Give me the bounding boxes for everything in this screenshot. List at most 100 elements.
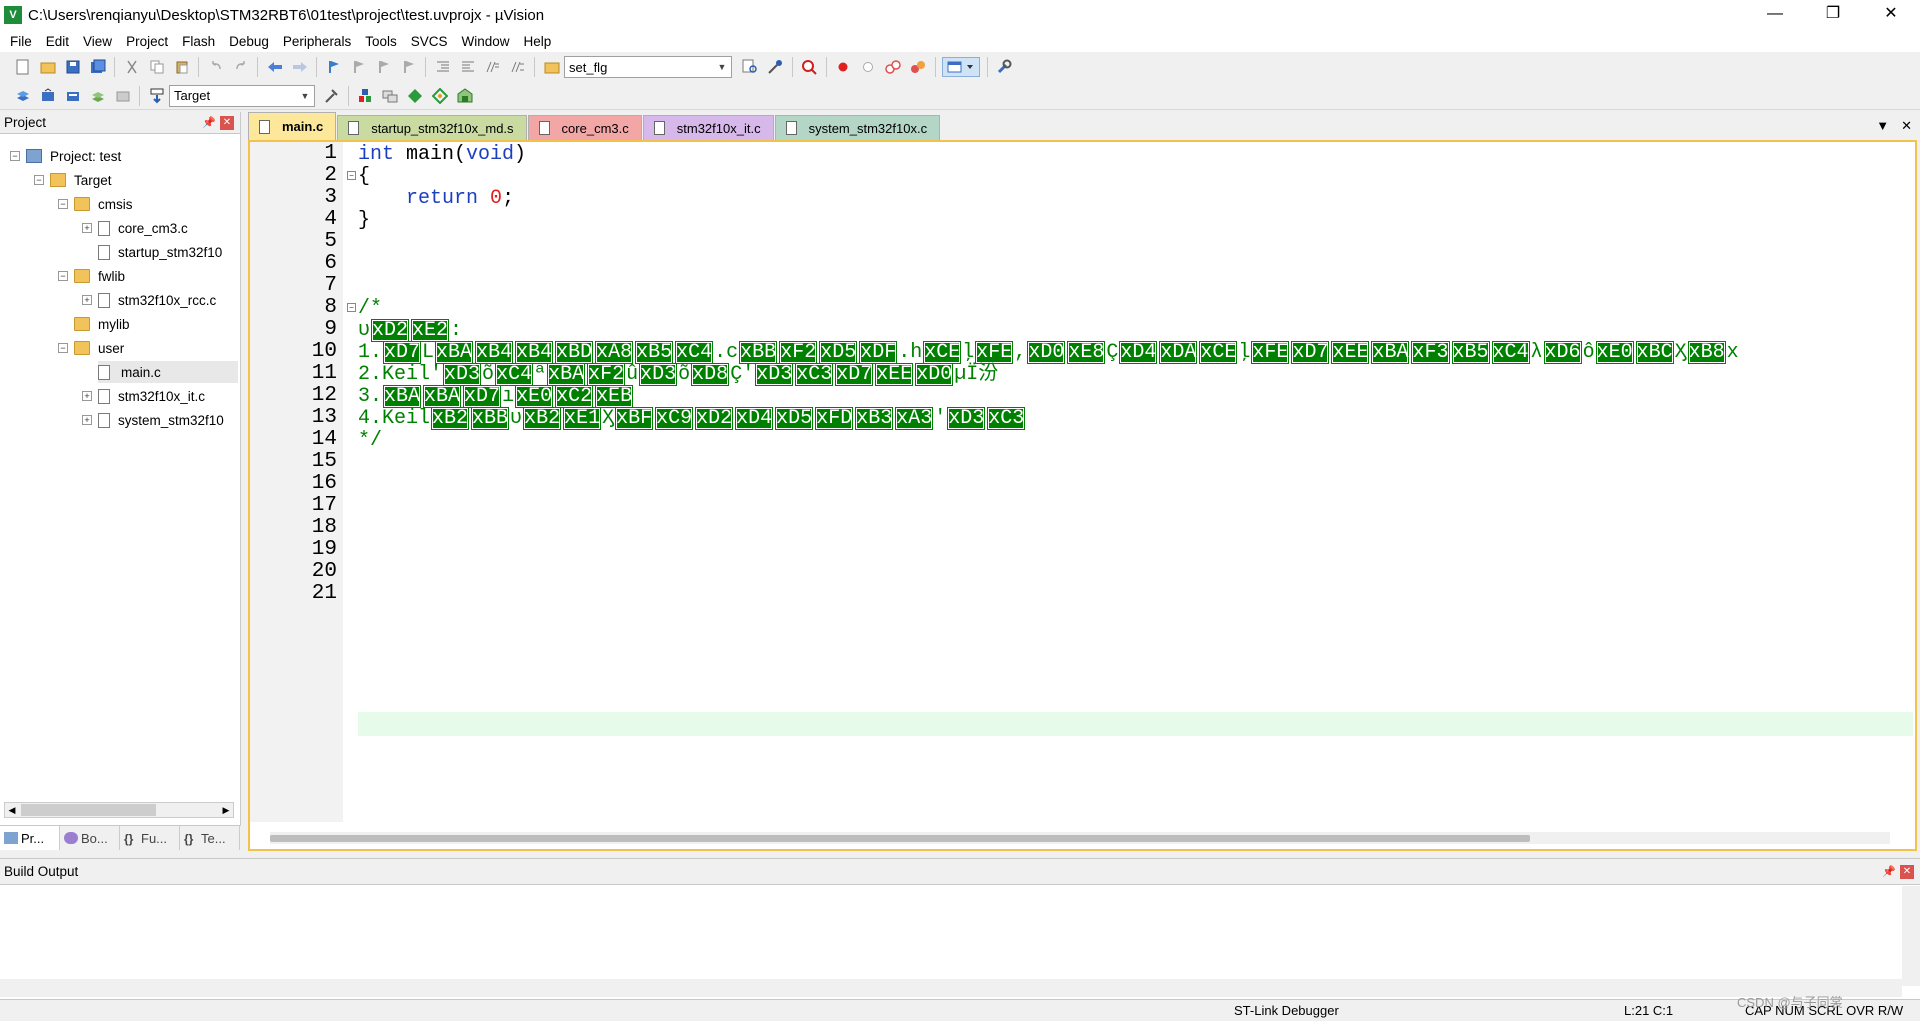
save-icon[interactable] <box>63 57 83 77</box>
tab-core-cm3-c[interactable]: core_cm3.c <box>527 115 642 140</box>
disable-breakpoints-icon[interactable] <box>883 57 903 77</box>
menu-flash[interactable]: Flash <box>175 34 222 49</box>
tab-startup-s[interactable]: startup_stm32f10x_md.s <box>337 115 527 140</box>
build-output-vertical-scrollbar[interactable] <box>1902 886 1920 986</box>
build-output-horizontal-scrollbar[interactable] <box>0 979 1902 997</box>
chevron-down-icon[interactable]: ▼ <box>298 88 312 104</box>
tab-main-c[interactable]: main.c <box>248 112 337 140</box>
tab-functions[interactable]: {} Fu... <box>120 826 180 850</box>
enable-breakpoint-icon[interactable] <box>858 57 878 77</box>
menu-project[interactable]: Project <box>119 34 175 49</box>
stop-build-icon[interactable] <box>113 86 133 106</box>
translate-icon[interactable] <box>13 86 33 106</box>
menu-svcs[interactable]: SVCS <box>404 34 455 49</box>
minimize-button[interactable]: — <box>1746 0 1804 30</box>
cut-icon[interactable] <box>122 57 142 77</box>
paste-icon[interactable] <box>172 57 192 77</box>
tab-project[interactable]: Pr... <box>0 826 60 850</box>
tab-stm32f10x-it-c[interactable]: stm32f10x_it.c <box>642 115 774 140</box>
tab-system-stm32f10x-c[interactable]: system_stm32f10x.c <box>774 115 941 140</box>
find-in-files-icon[interactable] <box>542 57 562 77</box>
save-all-icon[interactable] <box>88 57 108 77</box>
tree-node-file-rcc[interactable]: + stm32f10x_rcc.c <box>82 289 216 311</box>
tree-node-project[interactable]: − Project: test <box>10 145 121 167</box>
expand-icon[interactable]: + <box>82 223 92 233</box>
menu-peripherals[interactable]: Peripherals <box>276 34 358 49</box>
menu-view[interactable]: View <box>76 34 119 49</box>
scroll-left-icon[interactable]: ◀ <box>5 803 19 817</box>
navigate-back-icon[interactable] <box>265 57 285 77</box>
window-layout-button[interactable] <box>942 57 980 77</box>
menu-debug[interactable]: Debug <box>222 34 276 49</box>
collapse-icon[interactable]: − <box>58 199 68 209</box>
close-tab-icon[interactable]: ✕ <box>1901 118 1912 134</box>
scrollbar-thumb[interactable] <box>270 835 1530 842</box>
tree-node-file-main[interactable]: main.c <box>98 361 238 383</box>
pin-icon[interactable]: 📌 <box>202 116 216 129</box>
close-panel-icon[interactable]: ✕ <box>220 116 234 130</box>
tab-list-dropdown-icon[interactable]: ▼ <box>1876 118 1889 134</box>
tab-templates[interactable]: {} Te... <box>180 826 240 850</box>
collapse-icon[interactable]: − <box>10 151 20 161</box>
code-text[interactable]: int main(void) { return 0; } /* υ xD2 xE2:… <box>358 142 1913 822</box>
incremental-find-icon[interactable] <box>765 57 785 77</box>
project-tree-scrollbar[interactable]: ◀ ▶ <box>4 802 234 818</box>
pin-icon[interactable]: 📌 <box>1882 865 1896 878</box>
rebuild-icon[interactable] <box>63 86 83 106</box>
insert-breakpoint-icon[interactable] <box>833 57 853 77</box>
scrollbar-thumb[interactable] <box>21 804 156 816</box>
build-icon[interactable] <box>38 86 58 106</box>
navigate-forward-icon[interactable] <box>290 57 310 77</box>
new-file-icon[interactable] <box>13 57 33 77</box>
uncomment-icon[interactable] <box>508 57 528 77</box>
indent-icon[interactable] <box>433 57 453 77</box>
fold-collapse-icon[interactable]: − <box>347 303 356 312</box>
menu-edit[interactable]: Edit <box>39 34 76 49</box>
tree-node-file-startup[interactable]: startup_stm32f10 <box>98 241 222 263</box>
batch-build-icon[interactable] <box>88 86 108 106</box>
editor-horizontal-scrollbar[interactable] <box>270 832 1890 844</box>
open-file-icon[interactable] <box>38 57 58 77</box>
tree-node-file-system[interactable]: + system_stm32f10 <box>82 409 224 431</box>
rte-icon[interactable] <box>430 86 450 106</box>
undo-icon[interactable] <box>206 57 226 77</box>
code-editor[interactable]: 1 2 3 4 5 6 7 8 9 10 11 12 13 14 15 16 17 18 19 20 21 int ma… <box>248 140 1917 851</box>
select-packs-icon[interactable] <box>380 86 400 106</box>
target-options-icon[interactable] <box>321 86 341 106</box>
tree-node-group-fwlib[interactable]: − fwlib <box>58 265 125 287</box>
tree-node-group-mylib[interactable]: mylib <box>74 313 130 335</box>
clear-bookmarks-icon[interactable] <box>399 57 419 77</box>
kill-breakpoints-icon[interactable] <box>908 57 928 77</box>
find-icon[interactable] <box>740 57 760 77</box>
menu-file[interactable]: File <box>3 34 39 49</box>
redo-icon[interactable] <box>231 57 251 77</box>
tree-node-group-cmsis[interactable]: − cmsis <box>58 193 133 215</box>
expand-icon[interactable]: + <box>82 415 92 425</box>
download-icon[interactable] <box>147 86 167 106</box>
bookmark-icon[interactable] <box>324 57 344 77</box>
tab-books[interactable]: Bo... <box>60 826 120 850</box>
pack-installer-icon[interactable] <box>405 86 425 106</box>
expand-icon[interactable]: + <box>82 295 92 305</box>
next-bookmark-icon[interactable] <box>374 57 394 77</box>
tree-node-group-user[interactable]: − user <box>58 337 124 359</box>
restore-button[interactable]: ❐ <box>1804 0 1862 30</box>
menu-window[interactable]: Window <box>454 34 516 49</box>
debug-session-icon[interactable] <box>799 57 819 77</box>
tree-node-file-core-cm3[interactable]: + core_cm3.c <box>82 217 188 239</box>
menu-tools[interactable]: Tools <box>358 34 404 49</box>
unindent-icon[interactable] <box>458 57 478 77</box>
configure-icon[interactable] <box>994 57 1014 77</box>
close-panel-icon[interactable]: ✕ <box>1900 865 1914 879</box>
find-combobox[interactable]: set_flg ▼ <box>564 56 732 78</box>
copy-icon[interactable] <box>147 57 167 77</box>
fold-collapse-icon[interactable]: − <box>347 171 356 180</box>
prev-bookmark-icon[interactable] <box>349 57 369 77</box>
collapse-icon[interactable]: − <box>34 175 44 185</box>
manage-project-items-icon[interactable] <box>355 86 375 106</box>
collapse-icon[interactable]: − <box>58 343 68 353</box>
collapse-icon[interactable]: − <box>58 271 68 281</box>
close-window-button[interactable]: ✕ <box>1862 0 1920 30</box>
software-packs-icon[interactable] <box>455 86 475 106</box>
tree-node-target[interactable]: − Target <box>34 169 112 191</box>
